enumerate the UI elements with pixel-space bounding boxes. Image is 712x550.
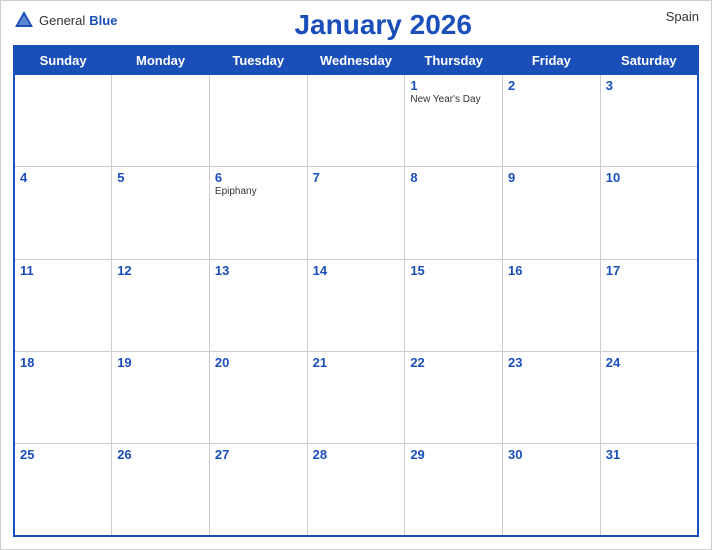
calendar-cell: 23 xyxy=(503,351,601,443)
calendar-cell: 21 xyxy=(307,351,405,443)
holiday-label: New Year's Day xyxy=(410,94,497,105)
calendar-cell: 11 xyxy=(14,259,112,351)
weekday-header-sunday: Sunday xyxy=(14,46,112,75)
day-number: 19 xyxy=(117,355,204,370)
weekday-header-row: SundayMondayTuesdayWednesdayThursdayFrid… xyxy=(14,46,698,75)
calendar-cell: 25 xyxy=(14,444,112,536)
month-title: January 2026 xyxy=(117,9,649,41)
calendar-cell: 28 xyxy=(307,444,405,536)
day-number: 14 xyxy=(313,263,400,278)
weekday-header-friday: Friday xyxy=(503,46,601,75)
day-number: 27 xyxy=(215,447,302,462)
day-number: 7 xyxy=(313,170,400,185)
day-number: 9 xyxy=(508,170,595,185)
day-number: 28 xyxy=(313,447,400,462)
weekday-header-wednesday: Wednesday xyxy=(307,46,405,75)
day-number: 1 xyxy=(410,78,497,93)
day-number: 31 xyxy=(606,447,692,462)
day-number: 20 xyxy=(215,355,302,370)
calendar-cell: 31 xyxy=(600,444,698,536)
calendar-cell: 18 xyxy=(14,351,112,443)
day-number: 23 xyxy=(508,355,595,370)
day-number: 30 xyxy=(508,447,595,462)
day-number: 8 xyxy=(410,170,497,185)
logo: General Blue xyxy=(13,9,117,31)
calendar-cell: 24 xyxy=(600,351,698,443)
day-number: 12 xyxy=(117,263,204,278)
calendar-cell: 20 xyxy=(209,351,307,443)
holiday-label: Epiphany xyxy=(215,186,302,197)
calendar-cell: 3 xyxy=(600,75,698,167)
calendar-cell xyxy=(14,75,112,167)
calendar-cell: 27 xyxy=(209,444,307,536)
calendar-cell: 4 xyxy=(14,167,112,259)
calendar-cell xyxy=(307,75,405,167)
calendar-cell: 17 xyxy=(600,259,698,351)
calendar-cell: 30 xyxy=(503,444,601,536)
calendar-week-row: 25 26 27 28 29 30 31 xyxy=(14,444,698,536)
day-number: 13 xyxy=(215,263,302,278)
calendar-cell: 7 xyxy=(307,167,405,259)
weekday-header-saturday: Saturday xyxy=(600,46,698,75)
day-number: 24 xyxy=(606,355,692,370)
day-number: 22 xyxy=(410,355,497,370)
day-number: 15 xyxy=(410,263,497,278)
calendar-week-row: 11 12 13 14 15 16 17 xyxy=(14,259,698,351)
weekday-header-monday: Monday xyxy=(112,46,210,75)
calendar-cell: 22 xyxy=(405,351,503,443)
day-number: 29 xyxy=(410,447,497,462)
calendar-cell: 8 xyxy=(405,167,503,259)
calendar-cell: 5 xyxy=(112,167,210,259)
day-number: 11 xyxy=(20,263,106,278)
day-number: 6 xyxy=(215,170,302,185)
day-number: 21 xyxy=(313,355,400,370)
day-number: 18 xyxy=(20,355,106,370)
calendar-cell: 15 xyxy=(405,259,503,351)
calendar-header: General Blue January 2026 Spain xyxy=(13,9,699,41)
day-number: 3 xyxy=(606,78,692,93)
calendar-cell: 16 xyxy=(503,259,601,351)
calendar-cell: 12 xyxy=(112,259,210,351)
logo-blue-text: Blue xyxy=(89,13,117,28)
day-number: 10 xyxy=(606,170,692,185)
calendar-cell: 29 xyxy=(405,444,503,536)
day-number: 2 xyxy=(508,78,595,93)
calendar-cell: 1New Year's Day xyxy=(405,75,503,167)
calendar-cell xyxy=(209,75,307,167)
calendar-cell: 13 xyxy=(209,259,307,351)
calendar-table: SundayMondayTuesdayWednesdayThursdayFrid… xyxy=(13,45,699,537)
calendar-week-row: 18 19 20 21 22 23 24 xyxy=(14,351,698,443)
calendar-week-row: 456Epiphany78910 xyxy=(14,167,698,259)
calendar-cell: 6Epiphany xyxy=(209,167,307,259)
calendar-cell: 26 xyxy=(112,444,210,536)
day-number: 4 xyxy=(20,170,106,185)
calendar-cell: 14 xyxy=(307,259,405,351)
day-number: 26 xyxy=(117,447,204,462)
day-number: 16 xyxy=(508,263,595,278)
logo-icon xyxy=(13,9,35,31)
calendar-cell xyxy=(112,75,210,167)
weekday-header-thursday: Thursday xyxy=(405,46,503,75)
calendar-cell: 2 xyxy=(503,75,601,167)
calendar-cell: 9 xyxy=(503,167,601,259)
calendar-week-row: 1New Year's Day 23 xyxy=(14,75,698,167)
day-number: 5 xyxy=(117,170,204,185)
country-label: Spain xyxy=(649,9,699,24)
calendar-cell: 10 xyxy=(600,167,698,259)
calendar-cell: 19 xyxy=(112,351,210,443)
calendar-container: General Blue January 2026 Spain SundayMo… xyxy=(0,0,712,550)
logo-general-text: General xyxy=(39,13,85,28)
weekday-header-tuesday: Tuesday xyxy=(209,46,307,75)
day-number: 25 xyxy=(20,447,106,462)
day-number: 17 xyxy=(606,263,692,278)
